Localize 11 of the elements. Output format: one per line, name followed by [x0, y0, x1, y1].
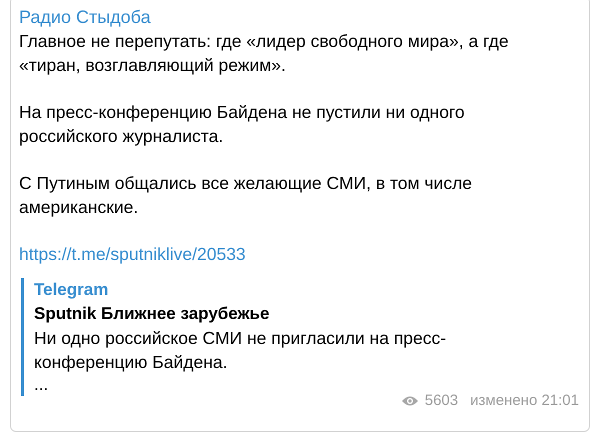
eye-icon	[400, 395, 419, 407]
message-paragraph: С Путиным общались все желающие СМИ, в том числе американские.	[19, 172, 474, 219]
preview-ellipsis: ...	[34, 374, 48, 396]
preview-site: Telegram	[34, 279, 108, 301]
message-paragraph: Главное не перепутать: где «лидер свободного мира», а где «тиран, возглавляющий режим».	[19, 30, 510, 77]
preview-text: Ни одно российское СМИ не пригласили на пресс-конференцию Байдена.	[34, 327, 448, 374]
preview-title: Sputnik Ближнее зарубежье	[34, 303, 270, 325]
channel-name[interactable]: Радио Стыдоба	[19, 5, 151, 29]
link[interactable]: https://t.me/sputniklive/20533	[19, 242, 246, 266]
message-paragraph: На пресс-конференцию Байдена не пустили ни одного российского журналиста.	[19, 101, 466, 148]
link-preview[interactable]: Telegram Sputnik Ближнее зарубежье Ни одно российское СМИ не пригласили на пресс-конференцию Байдена. ...	[21, 278, 491, 396]
